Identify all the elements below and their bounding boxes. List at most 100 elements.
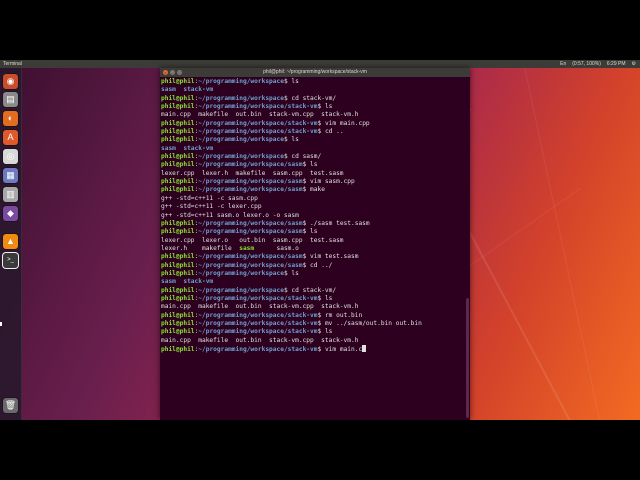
command-text: ls (291, 269, 299, 277)
command-text: make (310, 186, 325, 194)
output-text: lexer.h makefile (161, 244, 240, 252)
directory-name: stack-vm (183, 144, 214, 152)
trash-icon[interactable]: 🗑 (3, 398, 18, 413)
vlc-icon[interactable]: ▲ (3, 234, 18, 249)
firefox-icon[interactable]: ◐ (3, 111, 18, 126)
software-center-icon[interactable]: A (3, 130, 18, 145)
output-line: g++ -std=c++11 -c sasm.cpp (161, 195, 464, 203)
close-icon[interactable]: × (163, 70, 168, 75)
command-text: cd ../ (310, 261, 333, 269)
output-text: lexer.cpp lexer.o out.bin sasm.cpp test.… (161, 236, 344, 244)
prompt-line: phil@phil:~/programming/workspace/stack-… (161, 328, 464, 336)
minimize-icon[interactable]: – (170, 70, 175, 75)
disks-icon[interactable]: ▥ (3, 187, 18, 202)
prompt-line: phil@phil:~/programming/workspace$ cd st… (161, 95, 464, 103)
prompt-user: phil@phil (161, 178, 195, 186)
command-text: cd stack-vm/ (291, 286, 337, 294)
output-line: lexer.cpp lexer.h makefile sasm.cpp test… (161, 170, 464, 178)
prompt-symbol: $ (302, 253, 311, 261)
files-icon[interactable]: ▤ (3, 92, 18, 107)
clock[interactable]: 6:29 PM (607, 60, 626, 68)
window-controls: × – □ (163, 70, 182, 75)
prompt-path: ~/programming/workspace/sasm (198, 161, 303, 169)
output-text: main.cpp makefile out.bin stack-vm.cpp s… (161, 111, 359, 119)
prompt-symbol: $ (317, 128, 325, 136)
terminal-window[interactable]: × – □ phil@phil: ~/programming/workspace… (160, 68, 470, 420)
command-text: ls (324, 328, 333, 336)
prompt-user: phil@phil (161, 253, 195, 261)
top-panel: Terminal En (0:57, 100%) 6:29 PM ⚙ (0, 60, 640, 68)
window-title: phil@phil: ~/programming/workspace/stack… (263, 69, 367, 75)
command-text: mv ../sasm/out.bin out.bin (324, 319, 422, 327)
output-line: main.cpp makefile out.bin stack-vm.cpp s… (161, 337, 464, 345)
prompt-user: phil@phil (161, 294, 195, 302)
prompt-path: ~/programming/workspace/stack-vm (198, 294, 318, 302)
prompt-user: phil@phil (161, 78, 195, 85)
keyboard-indicator[interactable]: En (560, 60, 566, 68)
app-icon[interactable]: ◆ (3, 206, 18, 221)
prompt-user: phil@phil (161, 119, 195, 127)
prompt-line: phil@phil:~/programming/workspace/sasm$ … (161, 228, 464, 236)
command-text: ls (324, 103, 333, 111)
prompt-path: ~/programming/workspace/stack-vm (198, 328, 318, 336)
prompt-line: phil@phil:~/programming/workspace/stack-… (161, 312, 464, 320)
output-line: lexer.h makefile sasm sasm.o (161, 245, 464, 253)
maximize-icon[interactable]: □ (177, 70, 182, 75)
command-text: vim main.cpp (324, 119, 370, 127)
battery-indicator[interactable]: (0:57, 100%) (572, 60, 601, 68)
directory-name: sasm (161, 144, 176, 152)
prompt-path: ~/programming/workspace/stack-vm (198, 319, 318, 327)
prompt-path: ~/programming/workspace/sasm (198, 261, 303, 269)
dash-icon[interactable]: ◉ (3, 74, 18, 89)
prompt-path: ~/programming/workspace/stack-vm (198, 119, 318, 127)
prompt-path: ~/programming/workspace/sasm (198, 253, 303, 261)
prompt-user: phil@phil (161, 94, 195, 102)
scrollbar-thumb[interactable] (466, 298, 469, 418)
prompt-symbol: $ (317, 328, 325, 336)
gear-icon[interactable]: ⚙ (632, 60, 636, 68)
command-text: vim main.c (324, 346, 363, 353)
prompt-user: phil@phil (161, 219, 195, 227)
output-text: g++ -std=c++11 -c lexer.cpp (161, 203, 262, 211)
output-text: g++ -std=c++11 -c sasm.cpp (161, 194, 258, 202)
chrome-icon[interactable]: ◎ (3, 149, 18, 164)
prompt-symbol: $ (302, 178, 311, 186)
prompt-symbol: $ (317, 103, 325, 111)
executable-name: sasm (239, 244, 255, 252)
command-text: vim sasm.cpp (310, 178, 355, 186)
command-text: ls (324, 294, 333, 302)
prompt-line: phil@phil:~/programming/workspace/stack-… (161, 345, 464, 353)
prompt-symbol: $ (302, 186, 311, 194)
desktop-screen: Terminal En (0:57, 100%) 6:29 PM ⚙ ◉ ▤ ◐ A ◎… (0, 60, 640, 420)
output-line: main.cpp makefile out.bin stack-vm.cpp s… (161, 111, 464, 119)
prompt-path: ~/programming/workspace (198, 286, 284, 294)
prompt-path: ~/programming/workspace/stack-vm (198, 128, 318, 136)
libreoffice-icon[interactable]: ▦ (3, 168, 18, 183)
prompt-symbol: $ (302, 228, 311, 236)
command-text: ls (291, 136, 299, 144)
command-text: cd sasm/ (291, 153, 322, 161)
output-text: main.cpp makefile out.bin stack-vm.cpp s… (161, 336, 359, 344)
prompt-path: ~/programming/workspace/sasm (198, 186, 303, 194)
output-line: g++ -std=c++11 -c lexer.cpp (161, 203, 464, 211)
prompt-symbol: $ (317, 346, 325, 353)
prompt-user: phil@phil (161, 136, 195, 144)
prompt-symbol: $ (317, 119, 325, 127)
terminal-icon[interactable]: >_ (3, 253, 18, 268)
prompt-line: phil@phil:~/programming/workspace/stack-… (161, 103, 464, 111)
prompt-path: ~/programming/workspace (198, 78, 284, 85)
window-titlebar[interactable]: × – □ phil@phil: ~/programming/workspace… (160, 68, 470, 77)
scrollbar[interactable] (466, 78, 469, 420)
prompt-line: phil@phil:~/programming/workspace$ cd st… (161, 287, 464, 295)
prompt-line: phil@phil:~/programming/workspace/sasm$ … (161, 161, 464, 169)
panel-indicators[interactable]: En (0:57, 100%) 6:29 PM ⚙ (560, 60, 636, 68)
prompt-line: phil@phil:~/programming/workspace/sasm$ … (161, 253, 464, 261)
prompt-user: phil@phil (161, 161, 195, 169)
terminal-output[interactable]: phil@phil:~/programming/workspace$ ls sas… (161, 78, 464, 420)
output-text: sasm.o (254, 244, 299, 252)
prompt-line: phil@phil:~/programming/workspace/sasm$ … (161, 262, 464, 270)
output-text: main.cpp makefile out.bin stack-vm.cpp s… (161, 303, 359, 311)
prompt-path: ~/programming/workspace/stack-vm (198, 311, 318, 319)
prompt-path: ~/programming/workspace/sasm (198, 219, 303, 227)
prompt-symbol: $ (317, 319, 325, 327)
